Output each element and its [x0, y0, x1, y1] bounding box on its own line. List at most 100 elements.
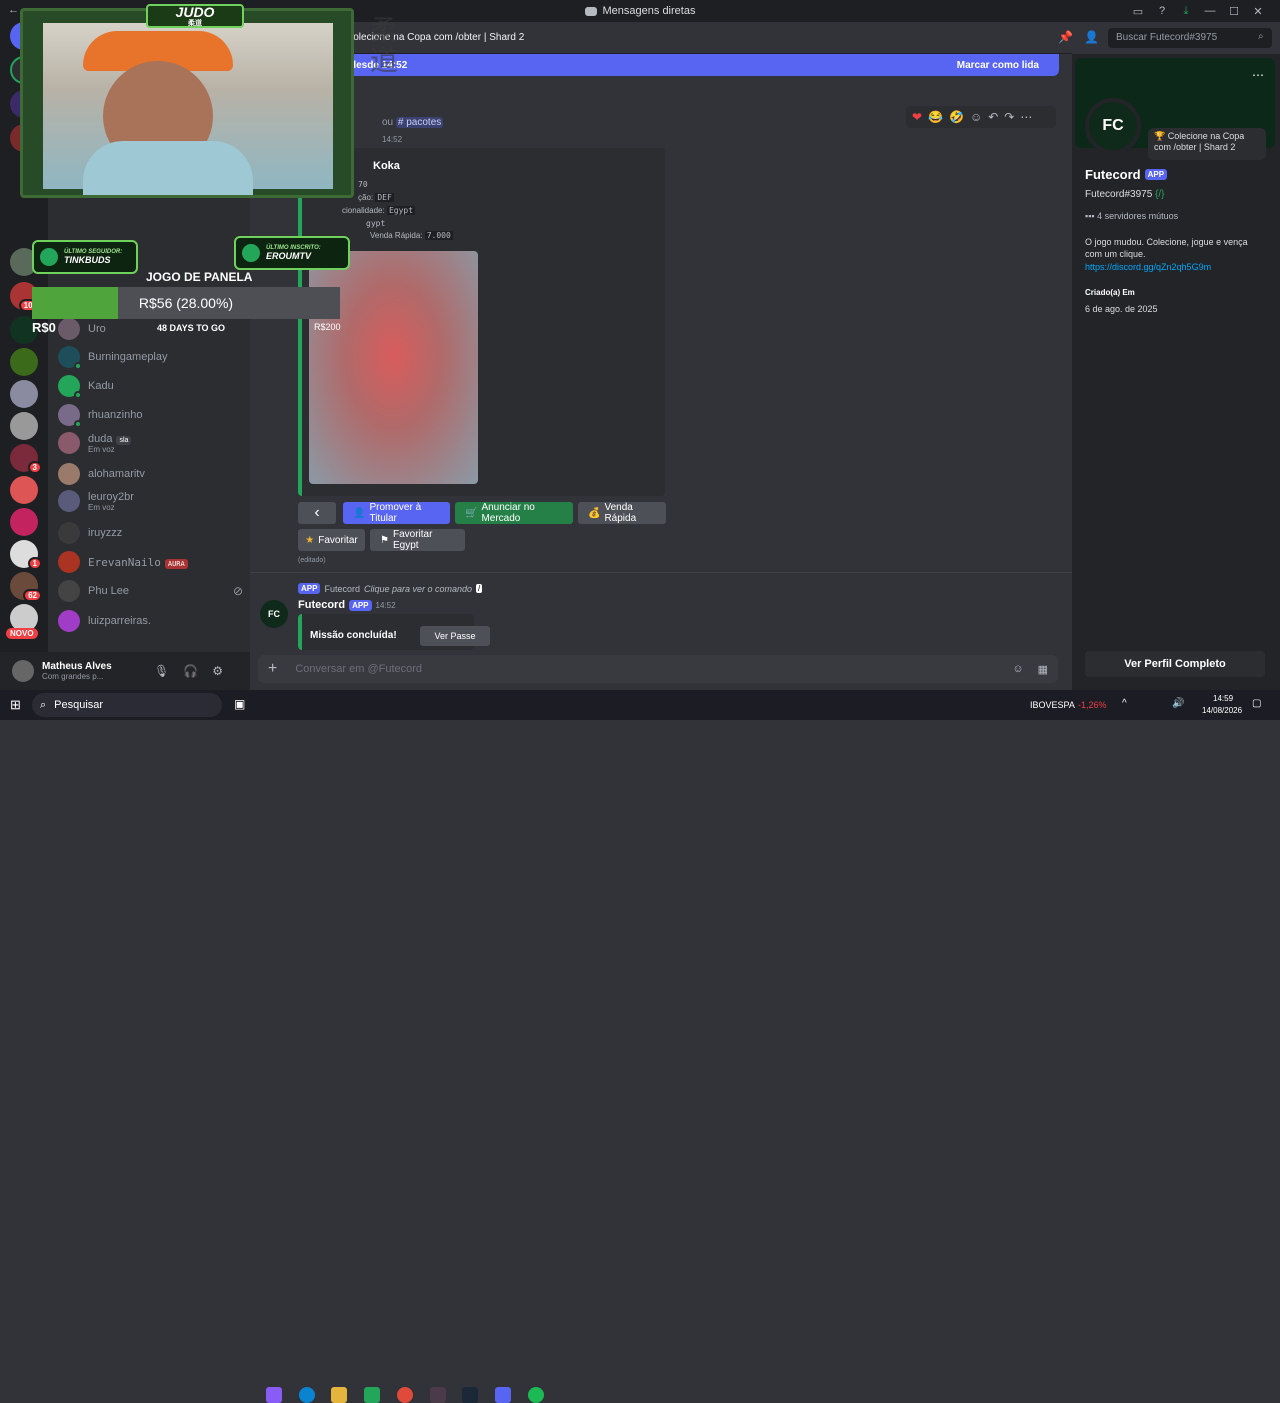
- favorite-country-button[interactable]: ⚑ Favoritar Egypt: [370, 529, 465, 551]
- profile-link[interactable]: https://discord.gg/qZn2qh5G9m: [1085, 262, 1211, 272]
- start-icon[interactable]: ⊞: [10, 697, 21, 713]
- created-date: 6 de ago. de 2025: [1085, 304, 1158, 314]
- back-button[interactable]: ‹: [298, 502, 336, 524]
- quick-sell-button[interactable]: 💰 Venda Rápida: [578, 502, 666, 524]
- favorite-button[interactable]: ★ Favoritar: [298, 529, 365, 551]
- inbox-icon[interactable]: ▭: [1126, 3, 1150, 19]
- more-options-icon[interactable]: ⋯: [1020, 110, 1032, 124]
- copilot-icon[interactable]: [266, 1387, 282, 1403]
- server-icon-12[interactable]: [10, 508, 38, 536]
- goal-title: JOGO DE PANELA: [146, 270, 253, 284]
- ticker-name[interactable]: IBOVESPA: [1030, 700, 1075, 710]
- reaction-joy[interactable]: 😂: [928, 110, 943, 124]
- close-button[interactable]: ✕: [1246, 3, 1270, 19]
- clock-time[interactable]: 14:59: [1213, 694, 1233, 703]
- member-name: luizparreiras.: [88, 615, 151, 627]
- discord-icon[interactable]: [495, 1387, 511, 1403]
- avatar: [58, 375, 82, 399]
- settings-gear-icon[interactable]: ⚙: [212, 664, 223, 678]
- forward-icon[interactable]: ↷: [1004, 110, 1014, 124]
- message-author[interactable]: Futecord: [298, 599, 345, 611]
- list-item[interactable]: leuroy2br Em voz: [58, 490, 243, 512]
- message-input[interactable]: Conversar em @Futecord: [295, 663, 422, 675]
- profile-bio: O jogo mudou. Colecione, jogue e vença c…: [1085, 237, 1248, 259]
- announce-button[interactable]: 🛒 Anunciar no Mercado: [455, 502, 573, 524]
- block-icon[interactable]: ⊘: [233, 584, 243, 598]
- server-icon-9[interactable]: [10, 412, 38, 440]
- headphones-icon[interactable]: 🎧: [183, 664, 198, 678]
- member-name: iruyzzz: [88, 527, 123, 539]
- chrome-icon[interactable]: [397, 1387, 413, 1403]
- view-full-profile-button[interactable]: Ver Perfil Completo: [1085, 651, 1265, 677]
- add-attachment-icon[interactable]: +: [268, 660, 277, 678]
- card-field-4: gypt: [366, 219, 386, 228]
- app-icon-2[interactable]: [430, 1387, 446, 1403]
- list-item[interactable]: ErevanNailo AURA: [58, 551, 243, 573]
- server-icon-7[interactable]: [10, 348, 38, 376]
- spotify-icon[interactable]: [528, 1387, 544, 1403]
- more-options-icon[interactable]: ⋯: [1252, 68, 1264, 82]
- steam-icon[interactable]: [462, 1387, 478, 1403]
- clock-date[interactable]: 14/08/2026: [1202, 706, 1242, 715]
- list-item[interactable]: Kadu: [58, 375, 243, 399]
- list-item[interactable]: duda sla Em voz: [58, 432, 243, 454]
- goal-progress-bar: R$56 (28.00%): [32, 287, 340, 319]
- list-item[interactable]: rhuanzinho: [58, 404, 243, 428]
- server-icon-10[interactable]: 3: [10, 444, 42, 474]
- profile-avatar[interactable]: FC: [1085, 98, 1141, 154]
- servers-icon: ▪▪▪: [1085, 211, 1095, 221]
- user-name: Matheus Alves: [42, 661, 112, 672]
- reply-preview[interactable]: APP Futecord Clique para ver o comando /: [298, 583, 483, 594]
- mutual-servers[interactable]: ▪▪▪ 4 servidores mútuos: [1085, 211, 1178, 221]
- list-item[interactable]: luizparreiras.: [58, 610, 243, 632]
- online-status-icon: [74, 391, 82, 399]
- message-composer[interactable]: + Conversar em @Futecord ☺ ▦: [258, 655, 1058, 683]
- emoji-icon[interactable]: ☺: [1012, 663, 1023, 675]
- tray-chevron-icon[interactable]: ^: [1122, 698, 1127, 709]
- notification-icon[interactable]: ▢: [1252, 698, 1261, 709]
- add-reaction-icon[interactable]: ☺: [970, 110, 982, 124]
- channel-mention[interactable]: # pacotes: [395, 117, 444, 128]
- server-icon-8[interactable]: [10, 380, 38, 408]
- interaction-reply: ou # pacotes: [382, 117, 444, 128]
- maximize-button[interactable]: ☐: [1222, 3, 1246, 19]
- app-icon[interactable]: [364, 1387, 380, 1403]
- volume-icon[interactable]: 🔊: [1172, 698, 1184, 709]
- divider: [250, 572, 1072, 573]
- apps-icon[interactable]: ▦: [1038, 663, 1048, 676]
- explorer-icon[interactable]: [331, 1387, 347, 1403]
- futecord-avatar[interactable]: FC: [260, 600, 288, 628]
- reply-icon[interactable]: ↶: [988, 110, 998, 124]
- card-image[interactable]: [309, 251, 478, 484]
- user-profile-icon[interactable]: 👤: [1084, 30, 1099, 44]
- profile-name-line: Futecord APP: [1085, 167, 1168, 182]
- mark-read-button[interactable]: Marcar como lida: [957, 60, 1039, 71]
- list-item[interactable]: Burningameplay: [58, 346, 243, 370]
- window-title: Mensagens diretas: [602, 5, 696, 17]
- server-icon-11[interactable]: [10, 476, 38, 504]
- promote-button[interactable]: 👤 Promover à Titular: [343, 502, 450, 524]
- reaction-heart[interactable]: ❤: [912, 110, 922, 124]
- webcam-frame: [20, 8, 354, 198]
- edited-label: (editado): [298, 557, 326, 564]
- search-input[interactable]: Buscar Futecord#3975: [1108, 28, 1272, 48]
- download-icon[interactable]: ⤓: [1174, 3, 1198, 19]
- task-view-icon[interactable]: ▣: [234, 697, 245, 711]
- microphone-icon[interactable]: 🎙: [154, 664, 169, 678]
- list-item[interactable]: Phu Lee ⊘: [58, 580, 243, 602]
- goal-amount: R$56 (28.00%): [138, 295, 234, 311]
- list-item[interactable]: iruyzzz: [58, 522, 243, 544]
- edge-icon[interactable]: [299, 1387, 315, 1403]
- back-arrow-icon[interactable]: ←: [8, 4, 19, 16]
- minimize-button[interactable]: —: [1198, 3, 1222, 19]
- server-icon-14[interactable]: 62: [10, 572, 42, 602]
- pin-icon[interactable]: 📌: [1058, 30, 1073, 44]
- list-item[interactable]: alohamaritv: [58, 463, 243, 485]
- view-pass-button[interactable]: Ver Passe: [420, 626, 490, 646]
- server-icon-13[interactable]: 1: [10, 540, 42, 570]
- reaction-rofl[interactable]: 🤣: [949, 110, 964, 124]
- taskbar-search[interactable]: ⌕ Pesquisar: [32, 693, 222, 717]
- help-icon[interactable]: ?: [1150, 3, 1174, 19]
- user-avatar[interactable]: [12, 660, 34, 682]
- used-command-text: ou: [382, 117, 394, 128]
